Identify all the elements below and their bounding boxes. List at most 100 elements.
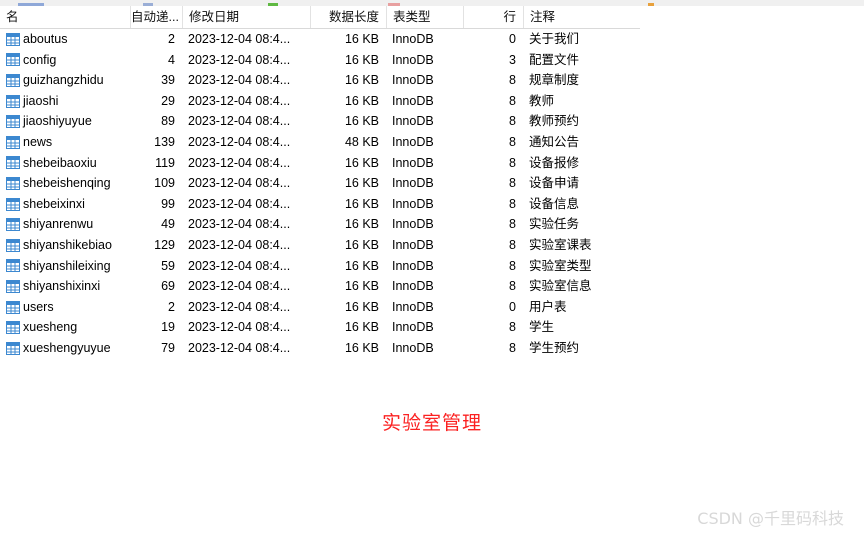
cell-modified: 2023-12-04 08:4... bbox=[188, 258, 291, 273]
table-name-label: xueshengyuyue bbox=[23, 340, 111, 355]
cell-rows: 8 bbox=[509, 279, 516, 294]
cell-auto_incr: 19 bbox=[161, 320, 175, 335]
cell-auto_incr: 29 bbox=[161, 93, 175, 108]
table-row[interactable]: shebeishenqing 109 2023-12-04 08:4... 16 KB… bbox=[0, 173, 640, 194]
cell-auto_incr: 129 bbox=[154, 237, 175, 252]
column-header-auto_incr[interactable]: 自动递... bbox=[130, 6, 182, 28]
cell-auto_incr: 69 bbox=[161, 279, 175, 294]
cell-table-name[interactable]: aboutus bbox=[0, 29, 130, 50]
cell-comment: 实验任务 bbox=[529, 217, 580, 232]
cell-modified: 2023-12-04 08:4... bbox=[188, 237, 291, 252]
table-row[interactable]: shiyanrenwu 49 2023-12-04 08:4... 16 KB Inno… bbox=[0, 214, 640, 235]
table-row[interactable]: aboutus 2 2023-12-04 08:4... 16 KB InnoDB 0 关于… bbox=[0, 29, 640, 50]
table-name-label: shebeixinxi bbox=[23, 196, 85, 211]
cell-table-name[interactable]: jiaoshiyuyue bbox=[0, 111, 130, 132]
cell-table-name[interactable]: news bbox=[0, 132, 130, 153]
cell-table-name[interactable]: xuesheng bbox=[0, 317, 130, 338]
cell-rows: 8 bbox=[509, 340, 516, 355]
table-row[interactable]: shebeixinxi 99 2023-12-04 08:4... 16 KB Inno… bbox=[0, 194, 640, 215]
table-icon bbox=[6, 259, 20, 273]
table-row[interactable]: xueshengyuyue 79 2023-12-04 08:4... 16 KB In… bbox=[0, 338, 640, 359]
cell-auto_incr: 39 bbox=[161, 73, 175, 88]
cell-table-name[interactable]: guizhangzhidu bbox=[0, 70, 130, 91]
cell-auto_incr: 89 bbox=[161, 114, 175, 129]
column-header-name[interactable]: 名 bbox=[0, 6, 130, 28]
cell-table_type: InnoDB bbox=[392, 73, 434, 88]
table-row[interactable]: shebeibaoxiu 119 2023-12-04 08:4... 16 KB In… bbox=[0, 153, 640, 174]
cell-table-name[interactable]: shiyanshixinxi bbox=[0, 276, 130, 297]
cell-table-name[interactable]: shiyanrenwu bbox=[0, 214, 130, 235]
table-row[interactable]: users 2 2023-12-04 08:4... 16 KB InnoDB 0 用户表 bbox=[0, 297, 640, 318]
cell-auto_incr: 2 bbox=[168, 32, 175, 46]
cell-table-name[interactable]: users bbox=[0, 297, 130, 318]
table-row[interactable]: jiaoshiyuyue 89 2023-12-04 08:4... 16 KB Inn… bbox=[0, 111, 640, 132]
cell-table-name[interactable]: shebeixinxi bbox=[0, 194, 130, 215]
column-header-rows[interactable]: 行 bbox=[463, 6, 523, 28]
cell-auto_incr: 139 bbox=[154, 134, 175, 149]
cell-rows: 8 bbox=[509, 93, 516, 108]
cell-table-name[interactable]: shebeibaoxiu bbox=[0, 153, 130, 174]
cell-table_type: InnoDB bbox=[392, 237, 434, 252]
cell-table_type: InnoDB bbox=[392, 320, 434, 335]
grid-body: aboutus 2 2023-12-04 08:4... 16 KB InnoDB 0 关于… bbox=[0, 29, 640, 359]
table-row[interactable]: shiyanshikebiao 129 2023-12-04 08:4... 16 K… bbox=[0, 235, 640, 256]
table-name-label: shiyanshikebiao bbox=[23, 237, 112, 252]
cell-table-name[interactable]: config bbox=[0, 50, 130, 71]
cell-table-name[interactable]: shiyanshileixing bbox=[0, 256, 130, 277]
cell-modified: 2023-12-04 08:4... bbox=[188, 340, 291, 355]
table-row[interactable]: guizhangzhidu 39 2023-12-04 08:4... 16 KB In… bbox=[0, 70, 640, 91]
cell-modified: 2023-12-04 08:4... bbox=[188, 279, 291, 294]
cell-table_type: InnoDB bbox=[392, 32, 434, 46]
cell-table_type: InnoDB bbox=[392, 155, 434, 170]
column-header-data_length[interactable]: 数据长度 bbox=[310, 6, 386, 28]
cell-rows: 8 bbox=[509, 134, 516, 149]
table-icon bbox=[6, 176, 20, 190]
cell-table_type: InnoDB bbox=[392, 134, 434, 149]
cell-modified: 2023-12-04 08:4... bbox=[188, 299, 291, 314]
cell-comment: 用户表 bbox=[529, 299, 567, 314]
cell-auto_incr: 59 bbox=[161, 258, 175, 273]
table-row[interactable]: jiaoshi 29 2023-12-04 08:4... 16 KB InnoDB 8 教… bbox=[0, 91, 640, 112]
table-row[interactable]: news 139 2023-12-04 08:4... 48 KB InnoDB 8 通知公… bbox=[0, 132, 640, 153]
column-header-comment[interactable]: 注释 bbox=[523, 6, 640, 28]
cell-auto_incr: 4 bbox=[168, 52, 175, 67]
cell-rows: 3 bbox=[509, 52, 516, 67]
cell-data_length: 16 KB bbox=[344, 176, 379, 191]
cell-modified: 2023-12-04 08:4... bbox=[188, 52, 291, 67]
table-name-label: xuesheng bbox=[23, 320, 78, 335]
table-row[interactable]: xuesheng 19 2023-12-04 08:4... 16 KB InnoDB 8… bbox=[0, 317, 640, 338]
cell-comment: 教师 bbox=[529, 93, 555, 108]
table-name-label: shebeibaoxiu bbox=[23, 155, 97, 170]
table-name-label: config bbox=[23, 52, 57, 67]
cell-data_length: 16 KB bbox=[344, 155, 379, 170]
cell-rows: 0 bbox=[509, 299, 516, 314]
table-row[interactable]: shiyanshixinxi 69 2023-12-04 08:4... 16 KB I… bbox=[0, 276, 640, 297]
table-row[interactable]: shiyanshileixing 59 2023-12-04 08:4... 16 K… bbox=[0, 256, 640, 277]
table-row[interactable]: config 4 2023-12-04 08:4... 16 KB InnoDB 3 配置文… bbox=[0, 50, 640, 71]
column-header-table_type[interactable]: 表类型 bbox=[386, 6, 463, 28]
table-name-label: shiyanshixinxi bbox=[23, 279, 101, 294]
table-icon bbox=[6, 94, 20, 108]
cell-table-name[interactable]: shiyanshikebiao bbox=[0, 235, 130, 256]
table-icon bbox=[6, 53, 20, 67]
table-icon bbox=[6, 73, 20, 87]
cell-comment: 设备信息 bbox=[529, 196, 580, 211]
cell-modified: 2023-12-04 08:4... bbox=[188, 73, 291, 88]
cell-table-name[interactable]: jiaoshi bbox=[0, 91, 130, 112]
cell-rows: 8 bbox=[509, 155, 516, 170]
cell-modified: 2023-12-04 08:4... bbox=[188, 93, 291, 108]
cell-data_length: 16 KB bbox=[344, 196, 379, 211]
cell-comment: 实验室课表 bbox=[529, 237, 592, 252]
cell-table-name[interactable]: shebeishenqing bbox=[0, 173, 130, 194]
cell-comment: 规章制度 bbox=[529, 73, 580, 88]
cell-data_length: 48 KB bbox=[344, 134, 379, 149]
cell-rows: 8 bbox=[509, 176, 516, 191]
table-name-label: shiyanshileixing bbox=[23, 258, 111, 273]
cell-data_length: 16 KB bbox=[344, 217, 379, 232]
cell-table_type: InnoDB bbox=[392, 196, 434, 211]
column-header-modified[interactable]: 修改日期 bbox=[182, 6, 310, 28]
cell-table-name[interactable]: xueshengyuyue bbox=[0, 338, 130, 359]
cell-data_length: 16 KB bbox=[344, 73, 379, 88]
cell-comment: 教师预约 bbox=[529, 114, 580, 129]
cell-comment: 设备申请 bbox=[529, 176, 580, 191]
